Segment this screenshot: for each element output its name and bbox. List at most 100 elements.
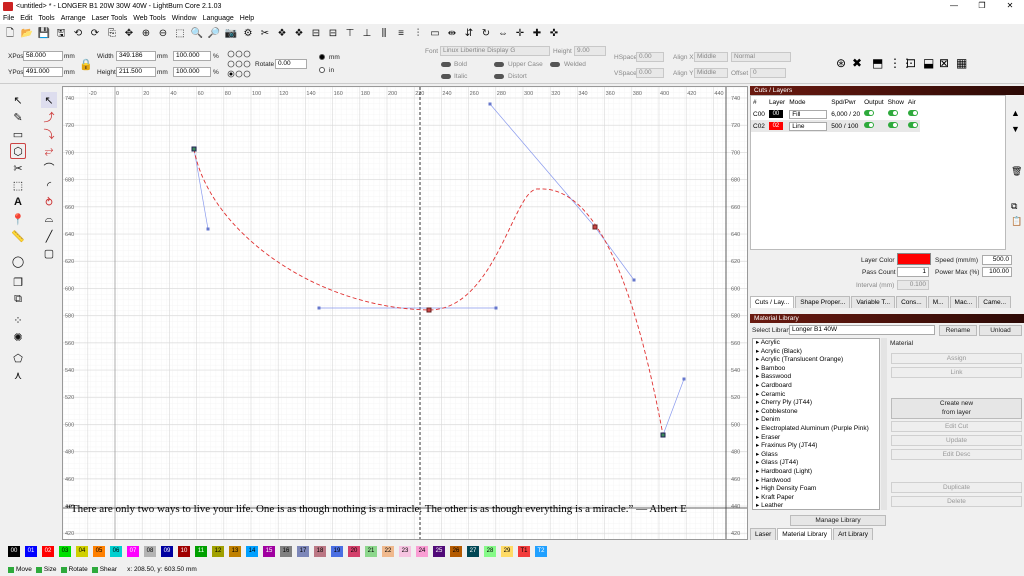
palette-swatch[interactable]: 15 bbox=[263, 546, 275, 557]
interval-input[interactable]: 0.100 bbox=[897, 280, 929, 290]
anchor-grid-icon[interactable] bbox=[227, 50, 251, 78]
move-laser-icon[interactable]: ✛ bbox=[513, 27, 527, 41]
redo-icon[interactable]: ⟳ bbox=[88, 27, 102, 41]
line-tool-icon[interactable]: ╱ bbox=[41, 228, 57, 244]
height-input[interactable]: 211.500 bbox=[116, 67, 156, 77]
mirror-icon[interactable]: ⇔ bbox=[496, 27, 510, 41]
list-item[interactable]: ▸ Cherry Ply (JT44) bbox=[753, 399, 879, 408]
align-y-select[interactable]: Middle bbox=[694, 68, 728, 78]
menu-file[interactable]: File bbox=[0, 15, 17, 22]
palette-swatch[interactable]: 01 bbox=[25, 546, 37, 557]
measure-icon[interactable]: 📏 bbox=[10, 228, 26, 244]
power-max-input[interactable]: 100.00 bbox=[982, 267, 1012, 277]
rotate-checkbox[interactable] bbox=[60, 566, 67, 573]
palette-swatch[interactable]: 05 bbox=[93, 546, 105, 557]
palette-swatch[interactable]: 02 bbox=[42, 546, 54, 557]
zoom-frame-icon[interactable]: ⬚ bbox=[173, 27, 187, 41]
mode-select[interactable]: Fill bbox=[789, 109, 828, 119]
unload-button[interactable]: Unload bbox=[979, 325, 1022, 336]
menu-edit[interactable]: Edit bbox=[17, 15, 35, 22]
list-item[interactable]: ▸ Fraxinus Ply (JT44) bbox=[753, 442, 879, 451]
arc-1-icon[interactable]: ⌒ bbox=[41, 160, 57, 176]
vspace-input[interactable]: 0.00 bbox=[636, 68, 664, 78]
zoom-in-icon[interactable]: ⊕ bbox=[139, 27, 153, 41]
palette-swatch[interactable]: 23 bbox=[399, 546, 411, 557]
minimize-button[interactable]: — bbox=[940, 0, 968, 13]
update-button[interactable]: Update bbox=[891, 435, 1022, 446]
move-up-icon[interactable]: ▲ bbox=[1011, 108, 1020, 118]
flip-h-icon[interactable]: ⇹ bbox=[445, 27, 459, 41]
qr-icon[interactable]: ▦ bbox=[956, 56, 967, 70]
edit-desc-button[interactable]: Edit Desc bbox=[891, 449, 1022, 460]
palette-swatch[interactable]: 18 bbox=[314, 546, 326, 557]
distribute-icon[interactable]: ⫶ bbox=[411, 27, 425, 41]
list-item[interactable]: ▸ Hardboard (Light) bbox=[753, 468, 879, 477]
palette-swatch[interactable]: 16 bbox=[280, 546, 292, 557]
offset-input[interactable]: 0 bbox=[750, 68, 786, 78]
line-icon[interactable]: ⋏ bbox=[10, 367, 26, 383]
curve-4-icon[interactable]: ⥁ bbox=[41, 194, 57, 210]
list-item[interactable]: ▸ Acrylic (Translucent Orange) bbox=[753, 356, 879, 365]
list-item[interactable]: ▸ Glass bbox=[753, 451, 879, 460]
list-item[interactable]: ▸ Hardwood bbox=[753, 477, 879, 486]
menu-help[interactable]: Help bbox=[237, 15, 257, 22]
show-toggle[interactable] bbox=[887, 110, 898, 116]
manage-library-button[interactable]: Manage Library bbox=[790, 515, 886, 526]
align-x-select[interactable]: Middle bbox=[694, 52, 728, 62]
align-hcenter-icon[interactable]: ⫼ bbox=[377, 27, 391, 41]
font-height-input[interactable]: 9.00 bbox=[574, 46, 606, 56]
menu-window[interactable]: Window bbox=[169, 15, 200, 22]
palette-swatch[interactable]: 26 bbox=[450, 546, 462, 557]
palette-swatch[interactable]: 19 bbox=[331, 546, 343, 557]
align-right-icon[interactable]: ⊟ bbox=[326, 27, 340, 41]
boolean-icon[interactable]: ⊛ bbox=[836, 56, 846, 70]
group-tools-icon[interactable]: ⧉ bbox=[10, 291, 26, 307]
trash-icon[interactable]: 🗑 bbox=[1011, 166, 1022, 177]
align-vcenter-icon[interactable]: ≡ bbox=[394, 27, 408, 41]
palette-swatch[interactable]: T2 bbox=[535, 546, 547, 557]
paste-layer-icon[interactable]: 📋 bbox=[1011, 216, 1022, 227]
library-select[interactable]: Longer B1 40W bbox=[789, 325, 935, 335]
list-item[interactable]: ▸ Cardboard bbox=[753, 382, 879, 391]
ungroup-icon[interactable]: ❖ bbox=[292, 27, 306, 41]
lock-icon[interactable]: 🔒 bbox=[79, 58, 93, 72]
assign-button[interactable]: Assign bbox=[891, 353, 1022, 364]
position-icon[interactable]: 📍 bbox=[10, 211, 26, 227]
zoom-page-icon[interactable]: 🔍 bbox=[190, 27, 204, 41]
rotate-input[interactable]: 0.00 bbox=[275, 59, 307, 69]
offset-shape-icon[interactable]: ⊡ bbox=[906, 56, 916, 70]
table-row[interactable]: C02 02 Line 500 / 100 bbox=[751, 120, 920, 132]
create-new-button[interactable]: Create new from layer bbox=[891, 398, 1022, 419]
tab-console[interactable]: Cons... bbox=[896, 296, 927, 308]
unit-in-radio[interactable] bbox=[319, 67, 325, 73]
palette-swatch[interactable]: 10 bbox=[178, 546, 190, 557]
path-icon[interactable]: ✖ bbox=[852, 56, 862, 70]
list-item[interactable]: ▸ Basswood bbox=[753, 373, 879, 382]
tab-art-library[interactable]: Art Library bbox=[833, 528, 874, 540]
zoom-out-icon[interactable]: ⊖ bbox=[156, 27, 170, 41]
palette-swatch[interactable]: 21 bbox=[365, 546, 377, 557]
undo-icon[interactable]: ⟲ bbox=[71, 27, 85, 41]
trace-icon[interactable]: ⬓ bbox=[923, 56, 934, 70]
save-icon[interactable]: 💾 bbox=[37, 27, 51, 41]
curve-1-icon[interactable]: ⤴ bbox=[41, 109, 57, 125]
tools-icon[interactable]: ✂ bbox=[258, 27, 272, 41]
open-folder-icon[interactable]: 📂 bbox=[20, 27, 34, 41]
new-file-icon[interactable]: 🗋 bbox=[3, 27, 17, 41]
palette-swatch[interactable]: 06 bbox=[110, 546, 122, 557]
pass-count-input[interactable]: 1 bbox=[897, 267, 929, 277]
height-percent-input[interactable]: 100.000 bbox=[173, 67, 211, 77]
palette-swatch[interactable]: T1 bbox=[518, 546, 530, 557]
palette-swatch[interactable]: 22 bbox=[382, 546, 394, 557]
palette-swatch[interactable]: 08 bbox=[144, 546, 156, 557]
unit-mm-radio[interactable] bbox=[319, 54, 325, 60]
menu-web-tools[interactable]: Web Tools bbox=[130, 15, 168, 22]
curve-2-icon[interactable]: ⤵ bbox=[41, 126, 57, 142]
arc-2-icon[interactable]: ◜ bbox=[41, 177, 57, 193]
layer-swatch[interactable]: 00 bbox=[768, 110, 783, 118]
palette-swatch[interactable]: 29 bbox=[501, 546, 513, 557]
text-icon[interactable]: A bbox=[10, 194, 26, 210]
material-list[interactable]: ▸ Acrylic ▸ Acrylic (Black) ▸ Acrylic (Tra… bbox=[752, 338, 880, 510]
width-percent-input[interactable]: 100.000 bbox=[173, 51, 211, 61]
list-item[interactable]: ▸ Acrylic (Black) bbox=[753, 348, 879, 357]
